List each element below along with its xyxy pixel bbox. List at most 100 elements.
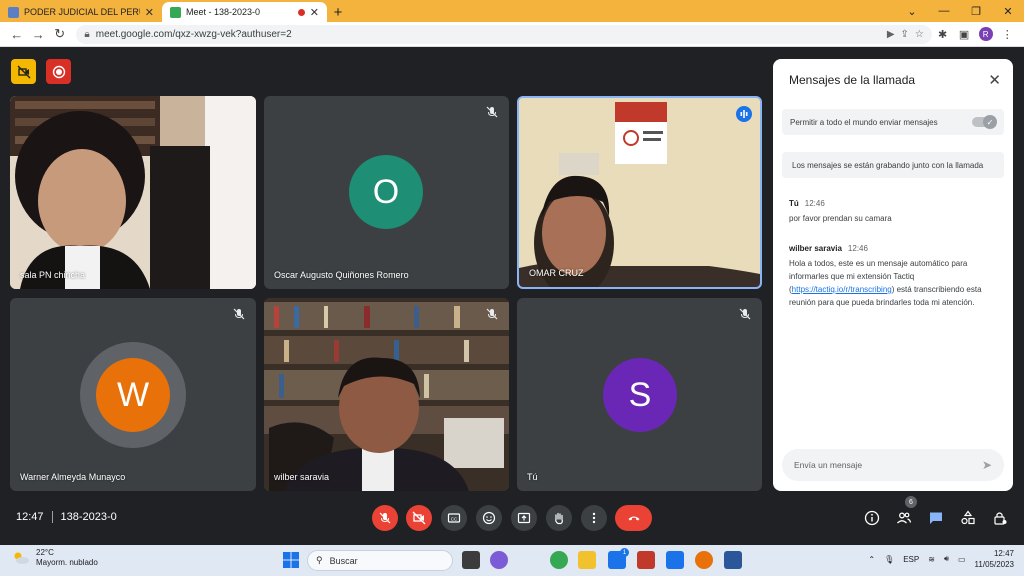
file-explorer-icon[interactable] [578,551,596,569]
weather-widget[interactable]: 22°C Mayorm. nublado [12,548,98,568]
tab-search-icon[interactable]: ⌄ [896,5,928,18]
close-window-icon[interactable]: ✕ [992,5,1024,18]
allow-messages-toggle[interactable]: ✓ [972,115,997,129]
chat-button[interactable] [927,509,945,527]
menu-kebab-icon[interactable]: ⋮ [997,28,1018,41]
tactiq-link[interactable]: https://tactiq.io/r/transcribing [792,285,892,294]
more-vertical-icon [592,512,596,524]
message-sender: Tú [789,199,799,208]
task-view-icon[interactable] [462,551,480,569]
more-options-button[interactable] [581,505,607,531]
raise-hand-button[interactable] [546,505,572,531]
tab-poder-judicial[interactable]: PODER JUDICIAL DEL PERU - Ca ✕ [0,2,162,22]
firefox-icon[interactable] [695,551,713,569]
divider [51,511,53,523]
mail-icon[interactable]: 1 [608,548,629,569]
participant-video [519,98,760,287]
mic-off-icon [486,308,498,320]
omnibox[interactable]: 🔒︎ meet.google.com/qxz-xwzg-vek?authuser… [76,24,932,44]
language-indicator[interactable]: ESP [903,555,919,564]
side-panel-icon[interactable]: ▣ [953,28,974,41]
participant-tile[interactable]: W Warner Almeyda Munayco [10,298,256,491]
participant-tile[interactable]: sala PN chincha [10,96,256,289]
reload-icon[interactable]: ↻ [49,26,70,42]
word-icon[interactable] [724,551,742,569]
chat-teams-icon[interactable] [490,551,508,569]
battery-icon[interactable]: ▭ [958,555,966,564]
recording-indicator[interactable] [46,59,71,84]
maximize-icon[interactable]: ❐ [960,5,992,18]
camera-off-icon [17,65,30,78]
mic-toggle-button[interactable] [372,505,398,531]
present-screen-icon [517,512,531,524]
message-composer: ➤ [782,449,1004,481]
chat-message: wilber saravia 12:46 Hola a todos, este e… [789,242,989,309]
activities-button[interactable] [959,509,977,527]
bookmark-star-icon[interactable]: ☆ [915,29,924,40]
svg-text:CC: CC [451,516,458,521]
captions-button[interactable]: CC [441,505,467,531]
end-call-button[interactable] [615,505,652,531]
l-app-icon[interactable] [666,551,684,569]
current-time: 12:47 [16,511,44,523]
send-icon[interactable]: ➤ [982,458,992,472]
security-app-icon[interactable] [637,551,655,569]
lock-icon[interactable]: 🔒︎ [84,29,89,40]
clock[interactable]: 12:47 11/05/2023 [975,548,1014,570]
meeting-details-button[interactable] [863,509,881,527]
clock-date: 11/05/2023 [974,560,1014,569]
back-icon[interactable]: ← [6,27,27,42]
wifi-icon[interactable]: ≋ [928,555,935,564]
tab-meet[interactable]: Meet - 138-2023-0 ✕ [162,2,327,22]
browser-tab-strip: PODER JUDICIAL DEL PERU - Ca ✕ Meet - 13… [0,0,1024,22]
participant-name: OMAR CRUZ [529,268,584,278]
participant-tile[interactable]: wilber saravia [264,298,509,491]
weather-description: Mayorm. nublado [36,558,98,567]
new-tab-button[interactable]: + [327,2,349,22]
show-hidden-icon[interactable]: ⌃ [868,555,875,564]
start-button[interactable] [282,551,300,569]
meet-favicon-icon [170,6,181,18]
minimize-icon[interactable]: — [928,5,960,17]
reactions-button[interactable] [476,505,502,531]
extensions-icon[interactable]: ✱ [932,28,953,41]
participant-name: wilber saravia [274,472,330,482]
participant-avatar: W [96,358,170,432]
forward-icon[interactable]: → [27,27,48,42]
present-button[interactable] [511,505,537,531]
participant-tile[interactable]: S Tú [517,298,762,491]
message-input[interactable] [794,460,982,470]
volume-icon[interactable]: 🔊︎ [944,554,949,564]
meeting-info: 12:47 138-2023-0 [16,511,117,523]
weather-temperature: 22°C [36,548,54,557]
mic-off-icon [233,308,245,320]
people-button[interactable] [895,509,913,527]
close-tab-icon[interactable]: ✕ [145,6,154,19]
camera-permission-icon[interactable]: ▶ [887,29,895,40]
profile-avatar[interactable]: R [978,27,993,41]
camera-off-indicator[interactable] [11,59,36,84]
windows-logo-icon [283,552,299,568]
participant-tile[interactable]: O Oscar Augusto Quiñones Romero [264,96,509,289]
taskbar-search[interactable]: ⚲ Buscar [307,550,453,571]
chrome-icon[interactable] [550,551,568,569]
window-controls: ⌄ — ❐ ✕ [896,0,1024,22]
close-tab-icon[interactable]: ✕ [310,6,319,19]
url-text[interactable]: meet.google.com/qxz-xwzg-vek?authuser=2 [96,29,881,40]
recording-note: Los mensajes se están grabando junto con… [782,152,1004,178]
record-icon [52,65,65,78]
mail-badge: 1 [620,548,629,557]
info-icon [864,510,880,526]
participant-video [264,298,509,491]
camera-toggle-button[interactable] [406,505,432,531]
microphone-icon[interactable]: 🎙︎ [884,555,894,564]
chat-panel: Mensajes de la llamada ✕ Permitir a todo… [773,59,1013,491]
participant-tile[interactable]: OMAR CRUZ [517,96,762,289]
participant-video [10,96,256,289]
share-icon[interactable]: ⇪ [901,29,909,40]
people-icon [897,512,912,524]
host-controls-button[interactable] [991,509,1009,527]
windows-taskbar: 22°C Mayorm. nublado ⚲ Buscar 1 ⌃ 🎙︎ ESP… [0,545,1024,576]
close-icon[interactable]: ✕ [988,71,1001,89]
emoji-icon [482,511,496,525]
